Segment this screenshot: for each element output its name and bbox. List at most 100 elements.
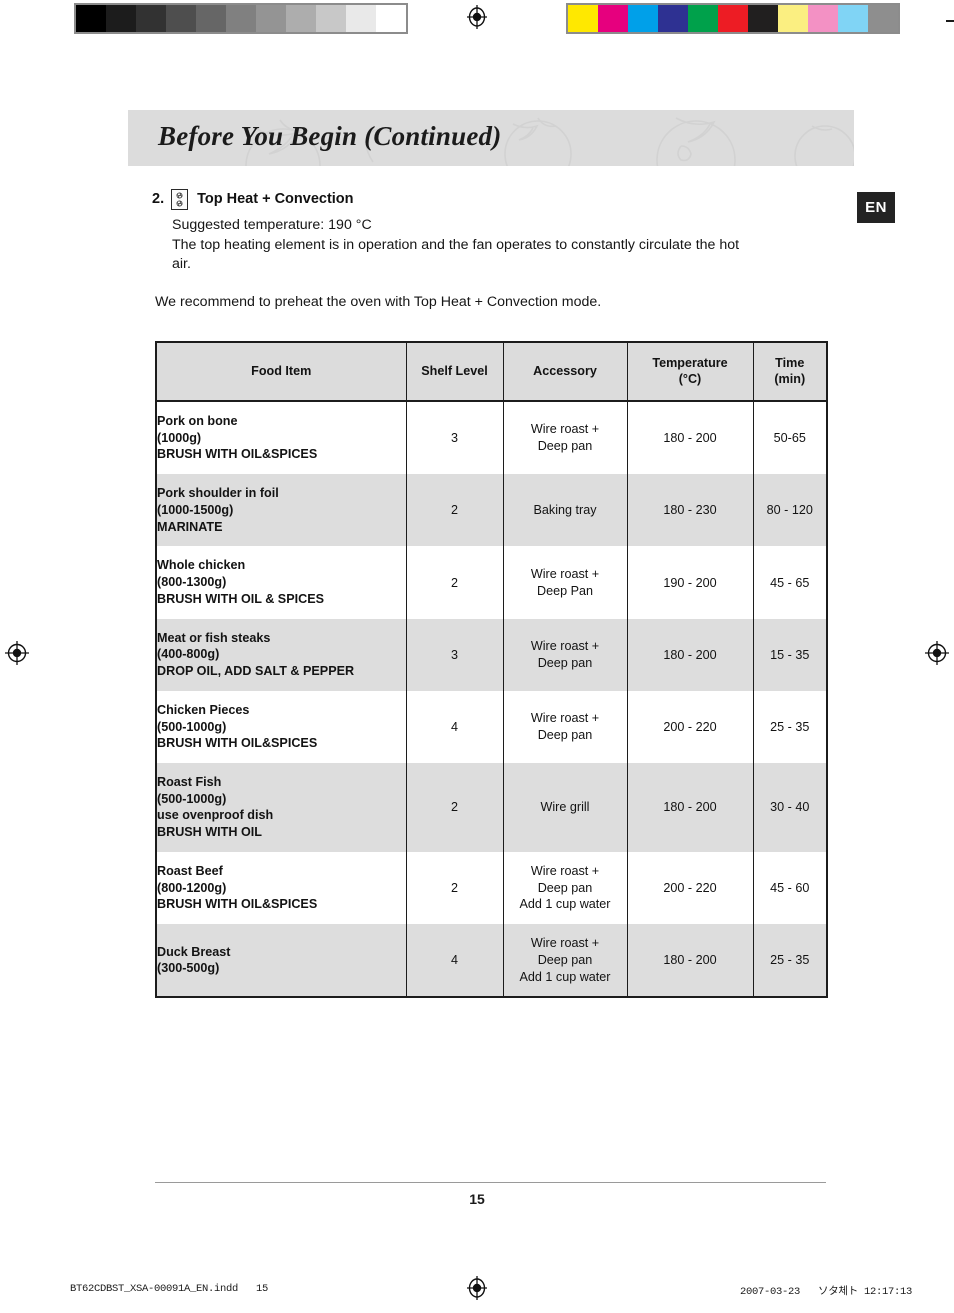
- cell-shelf-level: 2: [405, 474, 504, 547]
- page-number: 15: [469, 1191, 485, 1207]
- calibration-swatch: [808, 5, 838, 32]
- color-calibration-bar: [566, 3, 900, 34]
- cell-food-item: Roast Fish (500-1000g) use ovenproof dis…: [155, 763, 407, 852]
- cell-accessory: Wire roast + Deep pan Add 1 cup water: [502, 924, 628, 998]
- cell-food-item: Whole chicken (800-1300g) BRUSH WITH OIL…: [155, 546, 407, 619]
- table-row: Pork shoulder in foil (1000-1500g) MARIN…: [155, 474, 828, 547]
- column-header-shelf-level: Shelf Level: [405, 342, 504, 402]
- calibration-swatch: [568, 5, 598, 32]
- cell-shelf-level: 4: [405, 690, 504, 764]
- cell-temperature: 180 - 230: [626, 474, 754, 547]
- registration-target-icon: [464, 1275, 490, 1301]
- calibration-swatch: [628, 5, 658, 32]
- cell-food-item: Duck Breast (300-500g): [155, 924, 407, 998]
- table-row: Pork on bone (1000g) BRUSH WITH OIL&SPIC…: [155, 401, 828, 475]
- calibration-swatch: [76, 5, 106, 32]
- cell-food-item: Pork on bone (1000g) BRUSH WITH OIL&SPIC…: [155, 401, 407, 475]
- cell-shelf-level: 3: [405, 401, 504, 475]
- table-header-row: Food Item Shelf Level Accessory Temperat…: [155, 342, 828, 402]
- top-heat-convection-icon: [171, 188, 189, 210]
- cell-time: 25 - 35: [752, 924, 828, 998]
- cell-time: 45 - 60: [752, 851, 828, 925]
- crop-mark: [946, 20, 954, 22]
- cell-temperature: 180 - 200: [626, 618, 754, 691]
- cell-time: 25 - 35: [752, 690, 828, 764]
- cell-temperature: 200 - 220: [626, 690, 754, 764]
- cell-food-item: Meat or fish steaks (400-800g) DROP OIL,…: [155, 618, 407, 691]
- calibration-swatch: [226, 5, 256, 32]
- cell-time: 45 - 65: [752, 546, 828, 619]
- cell-time: 30 - 40: [752, 763, 828, 852]
- cooking-guide-table: Food Item Shelf Level Accessory Temperat…: [155, 341, 828, 999]
- calibration-swatch: [196, 5, 226, 32]
- cell-accessory: Baking tray: [502, 474, 628, 547]
- calibration-swatch: [748, 5, 778, 32]
- mode-title: Top Heat + Convection: [197, 191, 354, 207]
- cell-accessory: Wire roast + Deep Pan: [502, 546, 628, 619]
- table-row: Chicken Pieces (500-1000g) BRUSH WITH OI…: [155, 690, 828, 764]
- cell-accessory: Wire roast + Deep pan: [502, 401, 628, 475]
- suggested-temperature-line: Suggested temperature: 190 °C: [172, 217, 372, 233]
- column-header-temperature: Temperature (°C): [626, 342, 754, 402]
- table-row: Duck Breast (300-500g) 4 Wire roast + Deep…: [155, 924, 828, 998]
- cell-temperature: 180 - 200: [626, 401, 754, 475]
- cell-temperature: 190 - 200: [626, 546, 754, 619]
- cell-temperature: 200 - 220: [626, 851, 754, 925]
- cell-food-item: Pork shoulder in foil (1000-1500g) MARIN…: [155, 474, 407, 547]
- calibration-swatch: [658, 5, 688, 32]
- cell-food-item: Chicken Pieces (500-1000g) BRUSH WITH OI…: [155, 690, 407, 764]
- calibration-swatch: [136, 5, 166, 32]
- calibration-swatch: [106, 5, 136, 32]
- registration-target-icon: [4, 640, 30, 666]
- cell-shelf-level: 2: [405, 546, 504, 619]
- cell-time: 15 - 35: [752, 618, 828, 691]
- print-file-name: BT62CDBST_XSA-00091A_EN.indd 15: [70, 1283, 269, 1295]
- cell-accessory: Wire grill: [502, 763, 628, 852]
- cell-shelf-level: 2: [405, 763, 504, 852]
- calibration-swatch: [838, 5, 868, 32]
- calibration-swatch: [376, 5, 406, 32]
- calibration-swatch: [286, 5, 316, 32]
- cell-shelf-level: 2: [405, 851, 504, 925]
- calibration-swatch: [256, 5, 286, 32]
- cell-time: 50-65: [752, 401, 828, 475]
- calibration-swatch: [346, 5, 376, 32]
- cell-time: 80 - 120: [752, 474, 828, 547]
- calibration-swatch: [166, 5, 196, 32]
- cell-food-item: Roast Beef (800-1200g) BRUSH WITH OIL&SP…: [155, 851, 407, 925]
- table-row: Whole chicken (800-1300g) BRUSH WITH OIL…: [155, 546, 828, 619]
- cell-shelf-level: 4: [405, 924, 504, 998]
- description-line-2: air.: [172, 256, 191, 273]
- cell-accessory: Wire roast + Deep pan: [502, 690, 628, 764]
- calibration-swatch: [316, 5, 346, 32]
- calibration-swatch: [718, 5, 748, 32]
- registration-target-icon: [464, 4, 490, 30]
- table-row: Roast Beef (800-1200g) BRUSH WITH OIL&SP…: [155, 851, 828, 925]
- cell-accessory: Wire roast + Deep pan Add 1 cup water: [502, 851, 628, 925]
- calibration-swatch: [598, 5, 628, 32]
- column-header-accessory: Accessory: [502, 342, 628, 402]
- grayscale-calibration-bar: [74, 3, 408, 34]
- column-header-food-item: Food Item: [155, 342, 407, 402]
- registration-target-icon: [924, 640, 950, 666]
- calibration-swatch: [778, 5, 808, 32]
- column-header-time: Time (min): [752, 342, 828, 402]
- mode-heading: 2. Top Heat + Convection: [152, 188, 842, 210]
- language-badge: EN: [857, 192, 895, 223]
- calibration-swatch: [868, 5, 898, 32]
- page-header-banner: Before You Begin (Continued): [128, 110, 854, 166]
- intro-block: 2. Top Heat + Convection Suggested tempe…: [152, 188, 842, 275]
- table-row: Meat or fish steaks (400-800g) DROP OIL,…: [155, 618, 828, 691]
- intro-description: Suggested temperature: 190 °C The top he…: [172, 216, 842, 275]
- description-line-1: The top heating element is in operation …: [172, 236, 740, 253]
- cell-temperature: 180 - 200: [626, 924, 754, 998]
- print-timestamp: 2007-03-23 ソタ체ト 12:17:13: [740, 1286, 912, 1298]
- calibration-swatch: [688, 5, 718, 32]
- cell-accessory: Wire roast + Deep pan: [502, 618, 628, 691]
- footer-divider: [155, 1182, 826, 1183]
- cell-shelf-level: 3: [405, 618, 504, 691]
- page-title: Before You Begin (Continued): [158, 121, 502, 151]
- table-row: Roast Fish (500-1000g) use ovenproof dis…: [155, 763, 828, 852]
- preheat-recommendation: We recommend to preheat the oven with To…: [155, 294, 602, 310]
- cell-temperature: 180 - 200: [626, 763, 754, 852]
